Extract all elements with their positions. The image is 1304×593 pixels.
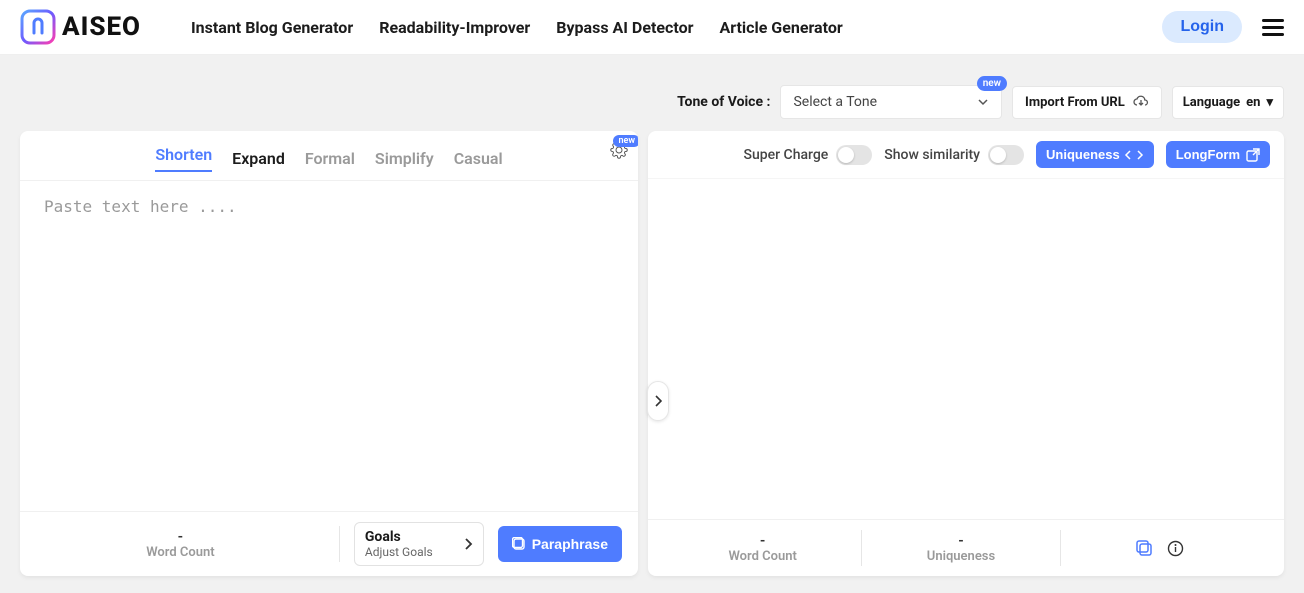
header: AISEO Instant Blog Generator Readability… — [0, 0, 1304, 55]
separator — [339, 526, 340, 562]
supercharge-toggle-wrap: Super Charge — [744, 145, 873, 165]
nav-instant-blog[interactable]: Instant Blog Generator — [191, 18, 353, 37]
supercharge-label: Super Charge — [744, 147, 829, 163]
longform-button[interactable]: LongForm — [1166, 141, 1270, 168]
chevron-right-icon — [463, 537, 473, 551]
logo-icon — [20, 9, 56, 45]
uniqueness-button[interactable]: Uniqueness — [1036, 141, 1154, 168]
tab-formal[interactable]: Formal — [305, 149, 355, 168]
language-label: Language — [1183, 95, 1240, 110]
tone-select[interactable]: Select a Tone new — [780, 85, 1002, 119]
settings-gear-wrap[interactable]: new — [610, 141, 628, 159]
tone-selected: Select a Tone — [793, 94, 877, 110]
wordcount-label: Word Count — [36, 545, 325, 560]
main-area: Tone of Voice : Select a Tone new Import… — [0, 55, 1304, 593]
out-uniqueness-stat: - Uniqueness — [862, 533, 1059, 564]
similarity-toggle-wrap: Show similarity — [884, 145, 1024, 165]
out-wordcount-stat: - Word Count — [664, 533, 861, 564]
goals-subtitle: Adjust Goals — [365, 545, 433, 559]
top-controls: Tone of Voice : Select a Tone new Import… — [0, 85, 1304, 131]
logo[interactable]: AISEO — [20, 9, 141, 45]
copy-icon[interactable] — [1135, 539, 1153, 557]
nav-links: Instant Blog Generator Readability-Impro… — [191, 18, 843, 37]
nav-article[interactable]: Article Generator — [719, 18, 842, 37]
out-uniqueness-value: - — [862, 533, 1059, 549]
longform-label: LongForm — [1176, 147, 1240, 162]
tabs: Shorten Expand Formal Simplify Casual ne… — [20, 131, 638, 181]
text-input[interactable] — [20, 181, 638, 511]
right-footer: - Word Count - Uniqueness — [648, 519, 1284, 576]
external-link-icon — [1246, 148, 1260, 162]
wordcount-value: - — [36, 529, 325, 545]
out-wordcount-label: Word Count — [664, 549, 861, 564]
tab-simplify[interactable]: Simplify — [375, 149, 434, 168]
menu-icon[interactable] — [1262, 19, 1284, 36]
similarity-label: Show similarity — [884, 147, 980, 163]
tone-label: Tone of Voice : — [677, 94, 770, 110]
out-wordcount-value: - — [664, 533, 861, 549]
import-url-button[interactable]: Import From URL — [1012, 86, 1162, 119]
paraphrase-label: Paraphrase — [532, 536, 608, 552]
language-button[interactable]: Language en ▾ — [1172, 86, 1284, 119]
chevron-left-icon — [1124, 150, 1132, 160]
cloud-download-icon — [1133, 95, 1149, 109]
new-badge: new — [977, 76, 1007, 91]
uniqueness-label: Uniqueness — [1046, 147, 1120, 162]
footer-icons — [1061, 539, 1268, 557]
paraphrase-icon — [512, 537, 526, 551]
similarity-toggle[interactable] — [988, 145, 1024, 165]
goals-button[interactable]: Goals Adjust Goals — [354, 522, 484, 566]
chevron-down-icon — [977, 96, 989, 108]
chevron-right-icon — [654, 395, 662, 407]
input-panel: Shorten Expand Formal Simplify Casual ne… — [20, 131, 638, 576]
left-footer: - Word Count Goals Adjust Goals — [20, 511, 638, 576]
login-button[interactable]: Login — [1162, 11, 1242, 43]
tab-shorten[interactable]: Shorten — [155, 145, 212, 172]
info-icon[interactable] — [1167, 540, 1184, 557]
chevron-right-icon — [1136, 150, 1144, 160]
nav-readability[interactable]: Readability-Improver — [379, 18, 530, 37]
supercharge-toggle[interactable] — [836, 145, 872, 165]
tab-expand[interactable]: Expand — [232, 149, 285, 168]
right-top-controls: Super Charge Show similarity Uniqueness … — [648, 131, 1284, 179]
output-panel: Super Charge Show similarity Uniqueness … — [648, 131, 1284, 576]
brand-name: AISEO — [62, 12, 141, 42]
output-body — [648, 179, 1284, 519]
workspace: Shorten Expand Formal Simplify Casual ne… — [0, 131, 1304, 576]
gear-new-badge: new — [613, 135, 638, 147]
goals-title: Goals — [365, 529, 433, 545]
paraphrase-button[interactable]: Paraphrase — [498, 526, 622, 562]
nav-bypass[interactable]: Bypass AI Detector — [556, 18, 693, 37]
wordcount-stat: - Word Count — [36, 529, 325, 560]
language-value: en — [1246, 95, 1260, 110]
import-url-label: Import From URL — [1025, 95, 1125, 110]
caret-down-icon: ▾ — [1266, 95, 1273, 110]
tab-casual[interactable]: Casual — [454, 149, 503, 168]
out-uniqueness-label: Uniqueness — [862, 549, 1059, 564]
panel-divider-handle[interactable] — [647, 381, 669, 421]
